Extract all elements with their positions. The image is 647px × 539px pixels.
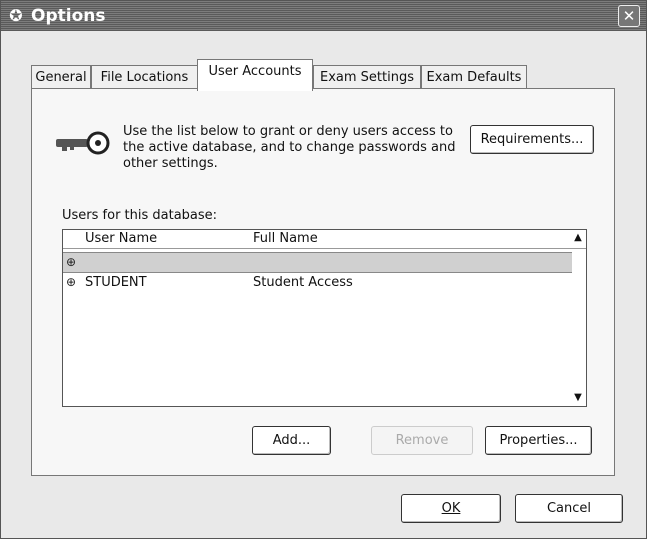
cancel-button[interactable]: Cancel: [515, 494, 623, 523]
requirements-button[interactable]: Requirements...: [470, 125, 594, 154]
table-row[interactable]: ⊕: [63, 252, 572, 273]
table-row[interactable]: ⊕ STUDENT Student Access: [63, 273, 572, 292]
ok-button[interactable]: OK: [401, 494, 501, 523]
cancel-label: Cancel: [546, 501, 592, 516]
user-icon: ⊕: [66, 275, 77, 289]
tab-user-accounts[interactable]: User Accounts: [197, 59, 313, 91]
key-icon: [56, 131, 110, 155]
ok-label: OK: [441, 501, 461, 516]
users-list[interactable]: User Name Full Name ⊕ ⊕ STUDENT Student …: [62, 229, 587, 407]
column-user-name[interactable]: User Name: [85, 231, 157, 246]
tab-general[interactable]: General: [31, 65, 91, 90]
scroll-down-button[interactable]: ▼: [572, 392, 584, 404]
cell-user-name: STUDENT: [85, 275, 147, 290]
title-bar[interactable]: ✪ Options ✕: [1, 1, 646, 31]
column-full-name[interactable]: Full Name: [253, 231, 318, 246]
user-accounts-panel: Use the list below to grant or deny user…: [31, 88, 615, 476]
tab-exam-defaults[interactable]: Exam Defaults: [421, 65, 527, 90]
tab-exam-settings[interactable]: Exam Settings: [313, 65, 421, 90]
properties-button[interactable]: Properties...: [485, 426, 592, 455]
options-dialog: ✪ Options ✕ General File Locations User …: [0, 0, 647, 539]
app-icon: ✪: [9, 6, 23, 25]
user-icon: ⊕: [66, 255, 77, 269]
users-list-label: Users for this database:: [62, 208, 218, 223]
close-button[interactable]: ✕: [618, 5, 640, 27]
window-title: Options: [31, 6, 106, 26]
cell-full-name: Student Access: [253, 275, 353, 290]
tab-file-locations[interactable]: File Locations: [91, 65, 198, 90]
add-button[interactable]: Add...: [252, 426, 331, 455]
description-text: Use the list below to grant or deny user…: [123, 124, 456, 171]
list-header: User Name Full Name: [63, 230, 586, 249]
remove-button[interactable]: Remove: [371, 426, 473, 455]
scroll-up-button[interactable]: ▲: [572, 232, 584, 244]
